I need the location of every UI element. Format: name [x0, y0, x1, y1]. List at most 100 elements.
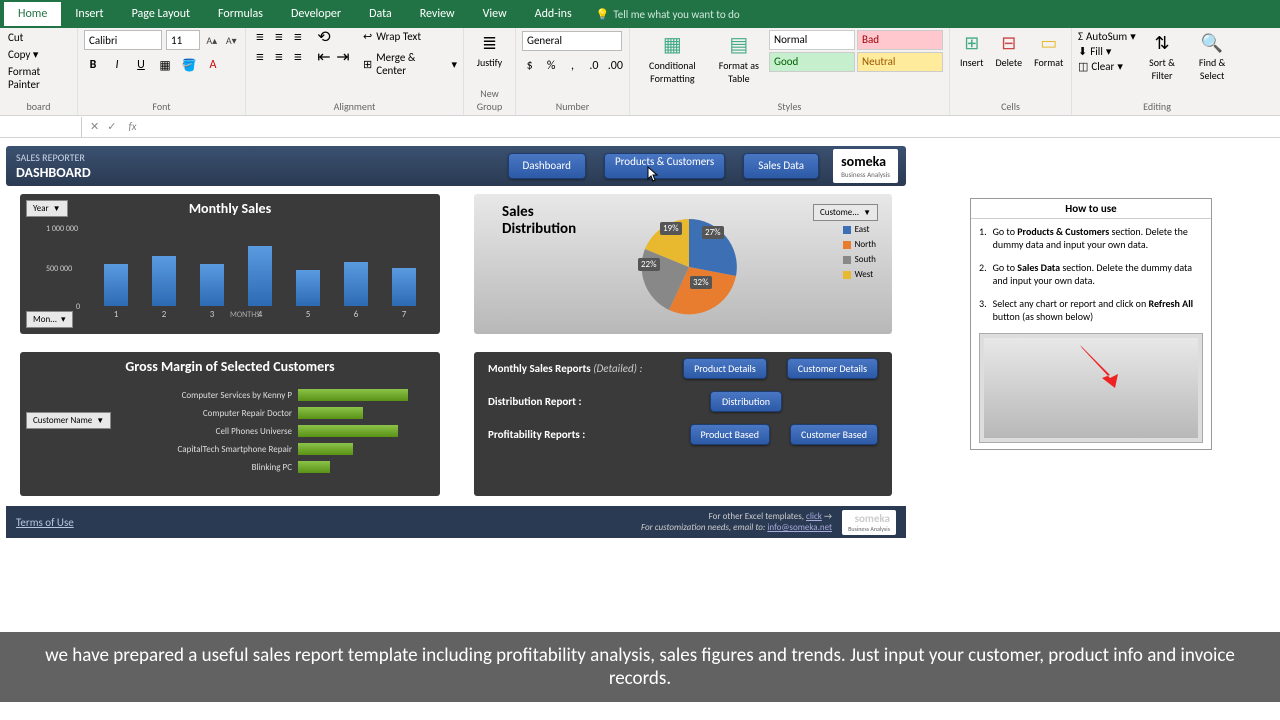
copy-button[interactable]: Copy ▾ [6, 47, 40, 62]
decrease-decimal-icon[interactable]: .00 [608, 57, 623, 75]
nav-products-button[interactable]: Products & Customers [604, 153, 725, 179]
underline-button[interactable]: U [132, 56, 150, 74]
align-bottom-icon[interactable]: ≡ [290, 30, 306, 44]
fill-color-button[interactable]: 🪣 [180, 56, 198, 74]
font-name-input[interactable] [84, 30, 162, 50]
insert-icon: ⊞ [964, 32, 979, 54]
month-filter[interactable]: Mon...▾ [26, 311, 73, 328]
orientation-icon[interactable]: ⟲ [316, 30, 332, 44]
tab-page-layout[interactable]: Page Layout [118, 2, 204, 26]
nav-dashboard-button[interactable]: Dashboard [508, 153, 586, 179]
group-label-alignment: Alignment [252, 100, 457, 115]
bold-button[interactable]: B [84, 56, 102, 74]
bulb-icon: 💡 [596, 8, 610, 21]
bar [296, 270, 320, 306]
sort-filter-button[interactable]: ⇅Sort & Filter [1140, 30, 1185, 84]
decrease-font-icon[interactable]: A▾ [224, 32, 240, 48]
tab-review[interactable]: Review [406, 2, 469, 26]
nav-salesdata-button[interactable]: Sales Data [743, 153, 819, 179]
hbar-label: Computer Services by Kenny P [148, 390, 298, 401]
style-neutral[interactable]: Neutral [857, 52, 943, 72]
pie-legend: East North South West [843, 224, 876, 284]
align-top-icon[interactable]: ≡ [252, 30, 268, 44]
sigma-icon: Σ [1078, 30, 1083, 43]
style-normal[interactable]: Normal [769, 30, 855, 50]
tell-me-search[interactable]: 💡 Tell me what you want to do [596, 8, 740, 21]
align-left-icon[interactable]: ≡ [252, 50, 268, 64]
customer-details-button[interactable]: Customer Details [787, 358, 878, 379]
gross-margin-chart[interactable]: Gross Margin of Selected Customers Custo… [20, 352, 440, 496]
currency-icon[interactable]: $ [522, 57, 537, 75]
tab-data[interactable]: Data [355, 2, 406, 26]
fill-button[interactable]: ⬇Fill ▾ [1078, 45, 1136, 58]
border-button[interactable]: ▦ [156, 56, 174, 74]
style-good[interactable]: Good [769, 52, 855, 72]
decrease-indent-icon[interactable]: ⇤ [316, 50, 332, 64]
wrap-text-button[interactable]: ↩Wrap Text [363, 30, 457, 43]
format-cells-button[interactable]: ▭Format [1030, 30, 1067, 71]
distribution-button[interactable]: Distribution [710, 391, 782, 412]
monthly-sales-chart[interactable]: Monthly Sales Year▼ Mon...▾ 1 000 000 50… [20, 194, 440, 334]
sort-icon: ⇅ [1154, 32, 1169, 54]
align-right-icon[interactable]: ≡ [290, 50, 306, 64]
font-color-button[interactable]: A [204, 56, 222, 74]
y-tick: 0 [76, 302, 80, 312]
cancel-formula-icon[interactable]: ✕ [90, 120, 99, 133]
delete-cells-button[interactable]: ⊟Delete [992, 30, 1027, 71]
hbar [298, 443, 353, 455]
justify-icon: ≣ [482, 32, 497, 54]
increase-indent-icon[interactable]: ⇥ [335, 50, 351, 64]
name-box[interactable] [0, 117, 82, 137]
italic-button[interactable]: I [108, 56, 126, 74]
clear-button[interactable]: ◫Clear ▾ [1078, 60, 1136, 73]
increase-decimal-icon[interactable]: .0 [586, 57, 601, 75]
tab-developer[interactable]: Developer [277, 2, 355, 26]
hbar [298, 389, 408, 401]
font-size-input[interactable] [166, 30, 200, 50]
align-center-icon[interactable]: ≡ [271, 50, 287, 64]
sales-distribution-chart[interactable]: SalesDistribution Custome...▼ 27% 32% 22… [474, 194, 892, 334]
customer-filter[interactable]: Custome...▼ [813, 204, 878, 221]
autosum-button[interactable]: ΣAutoSum ▾ [1078, 30, 1136, 43]
customer-name-filter[interactable]: Customer Name▼ [26, 412, 111, 429]
accept-formula-icon[interactable]: ✓ [107, 120, 116, 133]
merge-center-button[interactable]: ⊞Merge & Center ▾ [363, 51, 457, 77]
tab-home[interactable]: Home [4, 2, 61, 26]
terms-link[interactable]: Terms of Use [16, 516, 74, 529]
year-filter[interactable]: Year▼ [26, 200, 68, 217]
bar-x-label: 6 [344, 309, 368, 320]
align-middle-icon[interactable]: ≡ [271, 30, 287, 44]
tab-view[interactable]: View [469, 2, 521, 26]
insert-cells-button[interactable]: ⊞Insert [956, 30, 988, 71]
style-bad[interactable]: Bad [857, 30, 943, 50]
cut-button[interactable]: Cut [6, 30, 25, 45]
group-label-font: Font [84, 100, 239, 115]
email-link[interactable]: info@someka.net [767, 522, 832, 533]
number-format-select[interactable] [522, 31, 622, 51]
fill-icon: ⬇ [1078, 45, 1087, 58]
percent-icon[interactable]: % [543, 57, 558, 75]
find-select-button[interactable]: 🔍Find & Select [1188, 30, 1236, 84]
tab-addins[interactable]: Add-ins [521, 2, 586, 26]
justify-button[interactable]: ≣ Justify [470, 30, 509, 71]
howto-panel: How to use 1.Go to Products & Customers … [970, 198, 1212, 450]
fx-icon[interactable]: fx [124, 120, 140, 133]
bar [392, 268, 416, 306]
tab-insert[interactable]: Insert [61, 2, 117, 26]
templates-link[interactable]: click [806, 511, 822, 522]
eraser-icon: ◫ [1078, 60, 1088, 73]
pie-label: 22% [638, 258, 660, 271]
product-based-button[interactable]: Product Based [690, 424, 770, 445]
comma-icon[interactable]: , [565, 57, 580, 75]
product-details-button[interactable]: Product Details [683, 358, 767, 379]
group-label-clipboard: board [6, 100, 71, 115]
y-tick: 500 000 [46, 264, 72, 274]
increase-font-icon[interactable]: A▴ [204, 32, 220, 48]
dashboard-title: DASHBOARD [16, 164, 91, 181]
customer-based-button[interactable]: Customer Based [790, 424, 878, 445]
conditional-formatting-button[interactable]: ▦ Conditional Formatting [636, 30, 709, 87]
format-painter-button[interactable]: Format Painter [6, 64, 71, 92]
group-label-styles: Styles [636, 100, 943, 115]
format-as-table-button[interactable]: ▤ Format as Table [713, 30, 765, 87]
tab-formulas[interactable]: Formulas [204, 2, 277, 26]
